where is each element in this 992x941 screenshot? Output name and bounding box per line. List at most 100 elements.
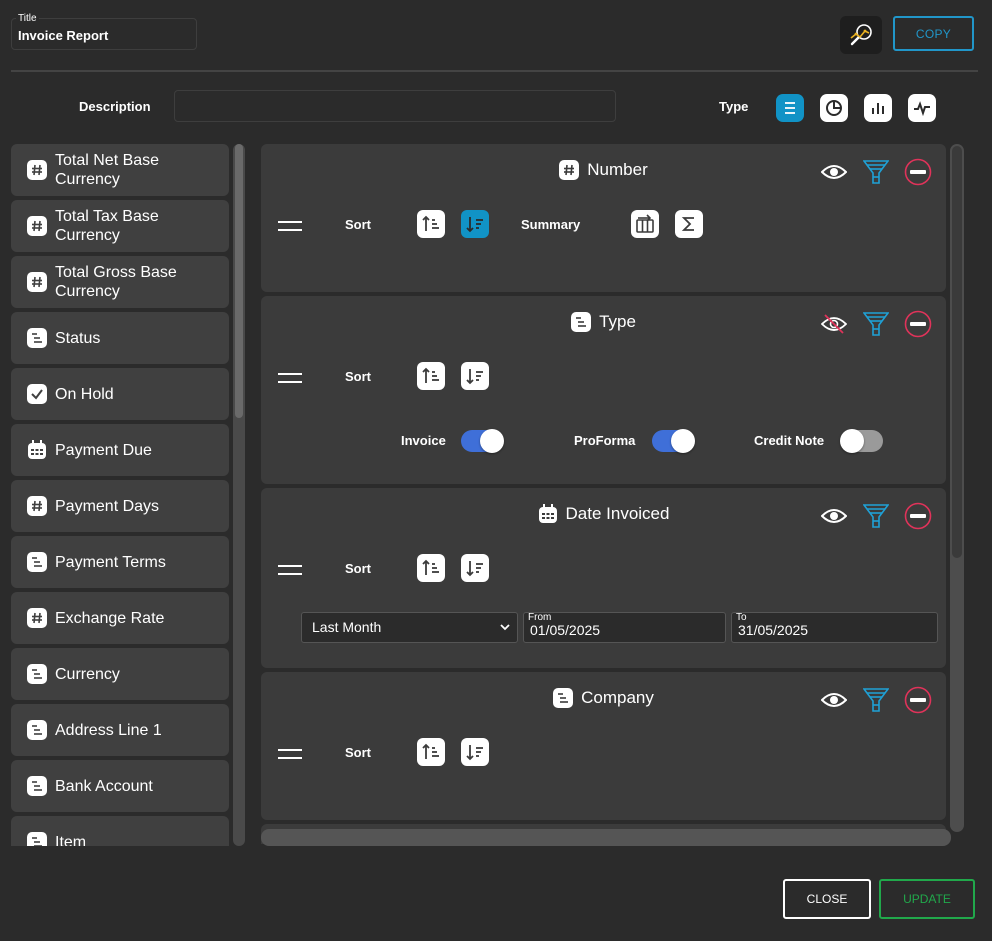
sort-label: Sort	[345, 369, 371, 384]
drag-handle[interactable]	[278, 220, 302, 232]
sort-ascending-icon	[422, 367, 439, 383]
text-icon	[27, 552, 47, 572]
summary-group-button[interactable]	[631, 210, 659, 238]
filter-icon[interactable]	[862, 158, 890, 186]
hash-icon	[559, 160, 580, 180]
chart-tool-button[interactable]	[840, 16, 882, 54]
hash-icon	[27, 160, 47, 180]
text-icon	[27, 328, 47, 348]
eye-icon[interactable]	[820, 158, 848, 186]
field-item[interactable]: Total Net Base Currency	[11, 144, 229, 196]
sort-descending-button[interactable]	[461, 554, 489, 582]
calendar-icon	[27, 440, 47, 460]
field-item[interactable]: Address Line 1	[11, 704, 229, 756]
field-item-label: Address Line 1	[55, 721, 162, 739]
description-input[interactable]	[174, 90, 616, 122]
chart-magnify-icon	[850, 24, 872, 46]
card-company: Company Sort	[261, 672, 946, 820]
sort-ascending-button[interactable]	[417, 362, 445, 390]
sort-ascending-button[interactable]	[417, 738, 445, 766]
sort-descending-button[interactable]	[461, 210, 489, 238]
proforma-toggle[interactable]	[652, 429, 695, 453]
toggle-knob	[671, 429, 695, 453]
field-item[interactable]: On Hold	[11, 368, 229, 420]
field-item[interactable]: Bank Account	[11, 760, 229, 812]
field-item-label: Total Net Base Currency	[55, 152, 160, 188]
field-item-label: Total Gross Base Currency	[55, 264, 177, 300]
field-item[interactable]: Item	[11, 816, 229, 846]
cards-scroll-thumb[interactable]	[952, 146, 962, 558]
sort-descending-icon	[466, 369, 483, 385]
field-item[interactable]: Currency	[11, 648, 229, 700]
copy-button[interactable]: COPY	[893, 16, 974, 51]
filter-icon[interactable]	[862, 502, 890, 530]
title-value[interactable]: Invoice Report	[18, 28, 108, 43]
filter-icon[interactable]	[862, 310, 890, 338]
remove-icon[interactable]	[904, 310, 932, 338]
field-item-label: Exchange Rate	[55, 609, 165, 627]
field-item[interactable]: Payment Days	[11, 480, 229, 532]
horizontal-scrollbar[interactable]	[261, 829, 951, 846]
sort-ascending-button[interactable]	[417, 210, 445, 238]
summary-sum-button[interactable]	[675, 210, 703, 238]
sort-descending-icon	[466, 745, 483, 761]
sort-ascending-button[interactable]	[417, 554, 445, 582]
field-item-label: Status	[55, 329, 101, 347]
sort-descending-button[interactable]	[461, 738, 489, 766]
field-item-label: Payment Days	[55, 497, 160, 515]
text-icon	[27, 776, 47, 796]
pie-chart-icon	[826, 100, 842, 116]
invoice-toggle[interactable]	[461, 429, 504, 453]
list-icon	[785, 102, 795, 114]
sort-descending-icon	[466, 217, 483, 233]
to-date-field[interactable]: To 31/05/2025	[731, 612, 938, 643]
hash-icon	[27, 216, 47, 236]
credit-note-toggle-label: Credit Note	[754, 433, 825, 448]
title-field[interactable]: Title Invoice Report	[11, 13, 197, 50]
card-company-actions	[820, 686, 932, 714]
proforma-toggle-label: ProForma	[574, 433, 636, 448]
sort-label: Sort	[345, 745, 371, 760]
field-item[interactable]: Status	[11, 312, 229, 364]
field-item[interactable]: Payment Terms	[11, 536, 229, 588]
card-type: Type Sort Invoice ProForma Credit Note	[261, 296, 946, 484]
card-company-label: Company	[581, 688, 654, 707]
type-bar-button[interactable]	[864, 94, 892, 122]
remove-icon[interactable]	[904, 502, 932, 530]
field-item-label: Bank Account	[55, 777, 153, 795]
field-item[interactable]: Total Gross Base Currency	[11, 256, 229, 308]
from-date-field[interactable]: From 01/05/2025	[523, 612, 726, 643]
sort-ascending-icon	[422, 743, 439, 759]
drag-handle[interactable]	[278, 372, 302, 384]
filter-icon[interactable]	[862, 686, 890, 714]
update-button[interactable]: UPDATE	[879, 879, 975, 919]
hash-icon	[27, 608, 47, 628]
credit-note-toggle[interactable]	[840, 429, 883, 453]
field-item[interactable]: Exchange Rate	[11, 592, 229, 644]
remove-icon[interactable]	[904, 686, 932, 714]
eye-off-icon[interactable]	[820, 310, 848, 338]
field-list: Total Net Base Currency Total Tax Base Cu…	[11, 144, 229, 846]
eye-icon[interactable]	[820, 686, 848, 714]
period-select[interactable]: Last Month	[301, 612, 518, 643]
card-date-label: Date Invoiced	[565, 504, 670, 523]
eye-icon[interactable]	[820, 502, 848, 530]
from-date-value[interactable]: 01/05/2025	[530, 622, 600, 638]
field-list-scroll-thumb[interactable]	[235, 144, 243, 418]
field-item[interactable]: Payment Due	[11, 424, 229, 476]
remove-icon[interactable]	[904, 158, 932, 186]
type-list-button[interactable]	[776, 94, 804, 122]
sort-ascending-icon	[422, 215, 439, 231]
calendar-icon	[538, 504, 558, 524]
sort-label: Sort	[345, 561, 371, 576]
bar-chart-icon	[872, 103, 884, 114]
type-pie-button[interactable]	[820, 94, 848, 122]
close-button[interactable]: CLOSE	[783, 879, 871, 919]
to-date-value[interactable]: 31/05/2025	[738, 622, 808, 638]
drag-handle[interactable]	[278, 748, 302, 760]
type-line-button[interactable]	[908, 94, 936, 122]
drag-handle[interactable]	[278, 564, 302, 576]
sort-descending-button[interactable]	[461, 362, 489, 390]
card-type-actions	[820, 310, 932, 338]
field-item[interactable]: Total Tax Base Currency	[11, 200, 229, 252]
